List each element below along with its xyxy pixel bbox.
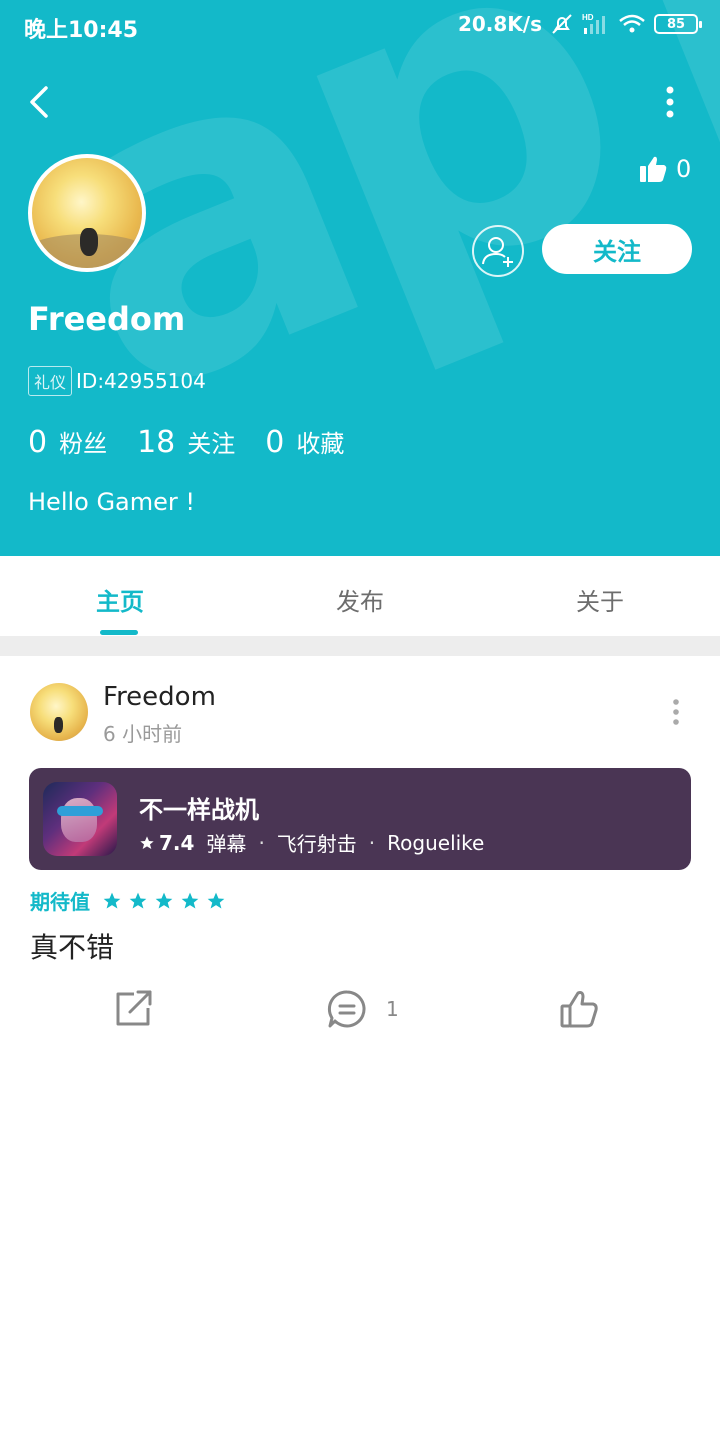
- section-divider: [0, 636, 720, 656]
- profile-username: Freedom: [28, 300, 186, 338]
- user-badge: 礼仪: [28, 366, 73, 396]
- star-icon: [207, 892, 225, 908]
- stat-favorites-count: 0: [265, 425, 285, 460]
- post-avatar-rabbit: [54, 717, 63, 733]
- game-card[interactable]: 不一样战机 7.4 弹幕 · 飞行射击 · Roguelike: [29, 768, 691, 870]
- tab-home-label: 主页: [96, 588, 144, 616]
- comment-icon: [327, 990, 366, 1028]
- game-tag: 弹幕: [206, 832, 247, 856]
- stat-following-label: 关注: [187, 430, 236, 458]
- profile-tabs: 主页 发布 关于: [0, 556, 720, 636]
- battery-level: 85: [666, 16, 686, 32]
- star-icon: [103, 892, 121, 908]
- game-icon-visor: [57, 806, 103, 816]
- user-plus-icon: [482, 237, 513, 267]
- mute-bell-icon: [552, 14, 572, 34]
- avatar-rabbit: [80, 228, 98, 256]
- status-bar: 晚上10:45 20.8K/s HD 85: [0, 0, 720, 52]
- share-button[interactable]: [114, 988, 154, 1028]
- profile-like[interactable]: 0: [638, 154, 691, 184]
- game-tag: 飞行射击: [276, 832, 357, 856]
- tab-active-indicator: [100, 630, 138, 635]
- stat-fans-count: 0: [28, 425, 48, 460]
- comment-count: 1: [386, 997, 399, 1021]
- stat-favorites[interactable]: 0 收藏: [265, 424, 344, 460]
- tab-home[interactable]: 主页: [0, 556, 240, 636]
- post-timestamp: 6 小时前: [103, 722, 183, 746]
- tab-posts[interactable]: 发布: [240, 556, 480, 636]
- stat-favorites-label: 收藏: [296, 430, 345, 458]
- game-meta: 7.4 弹幕 · 飞行射击 · Roguelike: [139, 828, 484, 857]
- game-rating: 7.4: [139, 831, 194, 855]
- profile-like-count: 0: [676, 155, 692, 183]
- stat-following[interactable]: 18 关注: [137, 424, 235, 460]
- back-button[interactable]: [22, 80, 62, 124]
- stat-fans-label: 粉丝: [59, 430, 108, 458]
- tab-about[interactable]: 关于: [480, 556, 720, 636]
- tag-separator: ·: [368, 830, 376, 855]
- profile-header: apTa 晚上10:45 20.8K/s HD 85 0 关注 Freedom …: [0, 0, 720, 556]
- tab-about-label: 关于: [576, 588, 624, 616]
- post-text: 真不错: [30, 931, 115, 964]
- star-icon: [155, 892, 173, 908]
- status-right: 20.8K/s HD 85: [457, 12, 702, 36]
- hd-label: HD: [582, 13, 594, 22]
- post-author-name[interactable]: Freedom: [103, 682, 216, 712]
- wifi-icon: [619, 14, 645, 33]
- thumbs-up-icon: [560, 991, 598, 1028]
- game-title: 不一样战机: [139, 796, 259, 824]
- star-icon: [140, 835, 154, 849]
- post-actions: 1: [0, 988, 720, 1036]
- profile-stats: 0 粉丝 18 关注 0 收藏: [28, 424, 344, 460]
- tab-posts-label: 发布: [336, 588, 384, 616]
- expectation-rating: 期待值: [30, 886, 226, 915]
- user-id-row: 礼仪 ID:42955104: [28, 366, 206, 396]
- comment-button[interactable]: 1: [326, 988, 399, 1030]
- game-icon-face: [61, 798, 97, 842]
- post-more-button[interactable]: [666, 696, 686, 728]
- status-time: 晚上10:45: [24, 18, 139, 43]
- stat-following-count: 18: [137, 425, 176, 460]
- game-rating-value: 7.4: [159, 830, 195, 855]
- post-author-avatar[interactable]: [30, 683, 88, 741]
- more-vertical-icon: [673, 699, 679, 725]
- stat-fans[interactable]: 0 粉丝: [28, 424, 107, 460]
- share-icon: [116, 990, 152, 1026]
- game-tag: Roguelike: [387, 830, 485, 855]
- more-vertical-icon: [666, 86, 674, 118]
- thumbs-up-icon: [640, 156, 667, 182]
- avatar[interactable]: [28, 154, 146, 272]
- star-icon: [129, 892, 147, 908]
- signal-icon: HD: [582, 13, 605, 34]
- net-speed: 20.8K/s: [457, 12, 542, 36]
- battery-indicator: 85: [654, 14, 702, 34]
- profile-bio: Hello Gamer !: [28, 488, 196, 516]
- tag-separator: ·: [258, 830, 265, 855]
- like-button[interactable]: [558, 988, 600, 1030]
- star-icon: [181, 892, 199, 908]
- add-friend-button[interactable]: [472, 225, 524, 277]
- game-icon: [43, 782, 117, 856]
- follow-button[interactable]: 关注: [542, 224, 692, 274]
- expectation-label: 期待值: [30, 890, 90, 914]
- chevron-left-icon: [30, 86, 48, 118]
- more-options-button[interactable]: [656, 82, 684, 122]
- user-id: ID:42955104: [76, 369, 206, 393]
